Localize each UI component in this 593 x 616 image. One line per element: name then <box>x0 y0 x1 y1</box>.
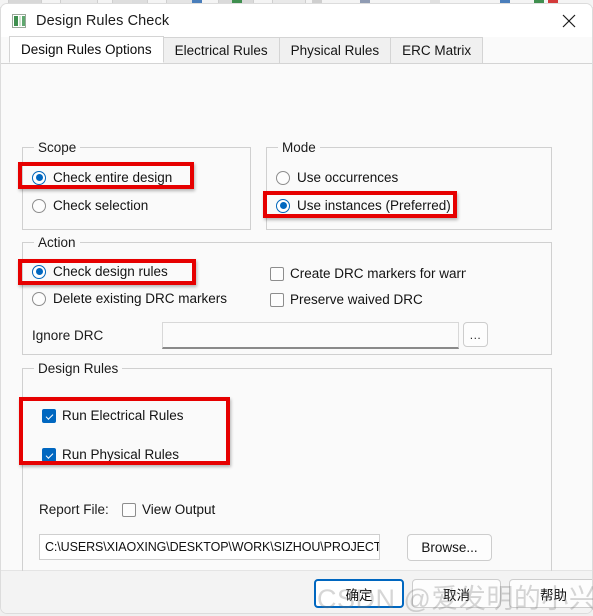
radio-indicator-icon <box>32 291 46 306</box>
help-button[interactable]: 帮助 <box>509 579 592 608</box>
help-button-label: 帮助 <box>540 587 567 603</box>
checkbox-run-physical-rules[interactable]: Run Physical Rules <box>42 447 179 462</box>
radio-check-selection[interactable]: Check selection <box>32 198 148 213</box>
tab-electrical-rules[interactable]: Electrical Rules <box>162 37 280 63</box>
tab-label: Physical Rules <box>290 43 380 58</box>
tab-design-rules-options[interactable]: Design Rules Options <box>9 36 164 63</box>
radio-use-occurrences[interactable]: Use occurrences <box>276 170 398 185</box>
ok-button[interactable]: 确定 <box>314 579 404 608</box>
close-icon[interactable] <box>546 4 592 37</box>
app-window-icon <box>12 13 26 28</box>
checkbox-label: Preserve waived DRC <box>290 292 423 307</box>
radio-delete-existing-drc-markers[interactable]: Delete existing DRC markers <box>32 291 227 306</box>
radio-label: Use instances (Preferred) <box>297 198 451 213</box>
checkbox-indicator-icon <box>42 408 56 423</box>
browse-button[interactable]: Browse... <box>407 534 492 561</box>
report-file-label: Report File: <box>39 502 109 517</box>
radio-indicator-icon <box>276 198 290 213</box>
design-rules-check-dialog: Design Rules Check Design Rules Options … <box>0 3 593 614</box>
checkbox-preserve-waived-drc[interactable]: Preserve waived DRC <box>270 292 423 307</box>
tab-physical-rules[interactable]: Physical Rules <box>278 37 392 63</box>
ignore-drc-label: Ignore DRC <box>32 328 104 343</box>
checkbox-indicator-icon <box>42 447 56 462</box>
cancel-button-label: 取消 <box>443 587 470 603</box>
cancel-button[interactable]: 取消 <box>412 579 501 608</box>
checkbox-indicator-icon <box>122 502 136 517</box>
checkbox-run-electrical-rules[interactable]: Run Electrical Rules <box>42 408 184 423</box>
dialog-footer: 确定 取消 帮助 <box>1 571 592 613</box>
radio-use-instances[interactable]: Use instances (Preferred) <box>276 198 451 213</box>
design-rules-group-legend: Design Rules <box>34 361 123 376</box>
ok-button-label: 确定 <box>345 587 373 603</box>
design-rules-options-panel: Scope Check entire design Check selectio… <box>1 64 592 584</box>
mode-group-legend: Mode <box>278 140 320 155</box>
radio-check-design-rules[interactable]: Check design rules <box>32 264 168 279</box>
checkbox-label: Create DRC markers for warnings <box>290 266 466 281</box>
tab-label: Design Rules Options <box>21 42 152 57</box>
checkbox-create-drc-markers-for-warnings[interactable]: Create DRC markers for warnings <box>270 266 466 281</box>
checkbox-view-output[interactable]: View Output <box>122 502 215 517</box>
tab-erc-matrix[interactable]: ERC Matrix <box>390 37 484 63</box>
radio-label: Check design rules <box>53 264 168 279</box>
radio-indicator-icon <box>32 264 46 279</box>
scope-group: Scope <box>22 140 251 230</box>
radio-indicator-icon <box>32 170 46 185</box>
radio-indicator-icon <box>276 170 290 185</box>
report-file-path-value: C:\USERS\XIAOXING\DESKTOP\WORK\SIZHOU\PR… <box>45 540 380 554</box>
checkbox-indicator-icon <box>270 266 284 281</box>
radio-label: Delete existing DRC markers <box>53 291 228 306</box>
radio-check-entire-design[interactable]: Check entire design <box>32 170 172 185</box>
checkbox-label: Run Physical Rules <box>62 447 180 462</box>
checkbox-label: View Output <box>142 502 216 517</box>
report-file-path-input[interactable]: C:\USERS\XIAOXING\DESKTOP\WORK\SIZHOU\PR… <box>39 534 380 560</box>
ellipsis-icon: ... <box>469 327 482 342</box>
tab-label: Electrical Rules <box>174 43 268 58</box>
radio-label: Check selection <box>53 198 149 213</box>
radio-label: Check entire design <box>53 170 173 185</box>
radio-indicator-icon <box>32 198 46 213</box>
titlebar: Design Rules Check <box>1 4 592 37</box>
ignore-drc-browse-button[interactable]: ... <box>463 322 488 347</box>
radio-label: Use occurrences <box>297 170 399 185</box>
ignore-drc-input[interactable] <box>162 322 459 349</box>
window-title: Design Rules Check <box>36 12 170 29</box>
browse-button-label: Browse... <box>421 540 478 555</box>
checkbox-indicator-icon <box>270 292 284 307</box>
tab-label: ERC Matrix <box>402 43 472 58</box>
scope-group-legend: Scope <box>34 140 81 155</box>
tab-bar: Design Rules Options Electrical Rules Ph… <box>1 36 592 64</box>
action-group-legend: Action <box>34 235 80 250</box>
checkbox-label: Run Electrical Rules <box>62 408 184 423</box>
mode-group: Mode <box>266 140 552 230</box>
